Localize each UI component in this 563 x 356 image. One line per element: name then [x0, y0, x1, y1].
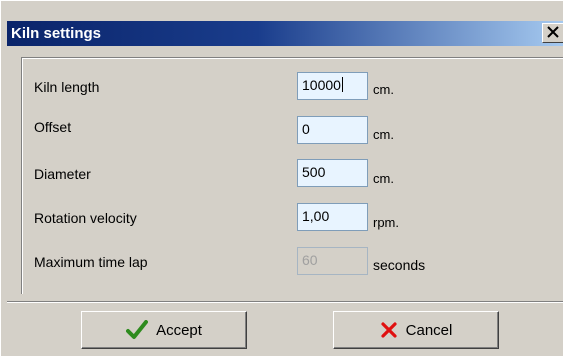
kiln-length-unit: cm. — [373, 82, 394, 97]
cancel-label: Cancel — [405, 321, 453, 339]
cancel-button[interactable]: Cancel — [333, 311, 499, 349]
kiln-length-input[interactable]: 10000 — [297, 72, 368, 100]
rotation-velocity-value: 1,00 — [302, 208, 330, 224]
x-icon — [380, 321, 398, 339]
rotation-velocity-input[interactable]: 1,00 — [297, 203, 368, 231]
diameter-input[interactable]: 500 — [297, 159, 368, 187]
close-icon — [547, 25, 559, 42]
checkmark-icon — [126, 320, 149, 340]
diameter-value: 500 — [302, 164, 326, 180]
text-caret — [341, 77, 343, 92]
offset-label: Offset — [34, 119, 72, 135]
kiln-settings-dialog: Kiln settings Kiln length 10000 cm. Offs… — [0, 0, 563, 356]
offset-value: 0 — [302, 121, 310, 137]
maximum-time-lap-input: 60 — [297, 247, 368, 275]
close-button[interactable] — [542, 23, 563, 43]
offset-unit: cm. — [373, 127, 394, 142]
diameter-unit: cm. — [373, 171, 394, 186]
diameter-label: Diameter — [34, 166, 91, 182]
dialog-title: Kiln settings — [11, 25, 102, 42]
accept-label: Accept — [156, 321, 202, 339]
rotation-velocity-unit: rpm. — [373, 215, 399, 230]
maximum-time-lap-label: Maximum time lap — [34, 254, 148, 270]
title-bar[interactable]: Kiln settings — [7, 21, 563, 46]
separator-line — [7, 301, 563, 303]
rotation-velocity-label: Rotation velocity — [34, 210, 137, 226]
accept-button[interactable]: Accept — [81, 311, 247, 349]
maximum-time-lap-unit: seconds — [373, 257, 426, 273]
kiln-length-label: Kiln length — [34, 79, 100, 95]
kiln-length-value: 10000 — [302, 77, 341, 93]
maximum-time-lap-value: 60 — [302, 252, 318, 268]
offset-input[interactable]: 0 — [297, 116, 368, 144]
